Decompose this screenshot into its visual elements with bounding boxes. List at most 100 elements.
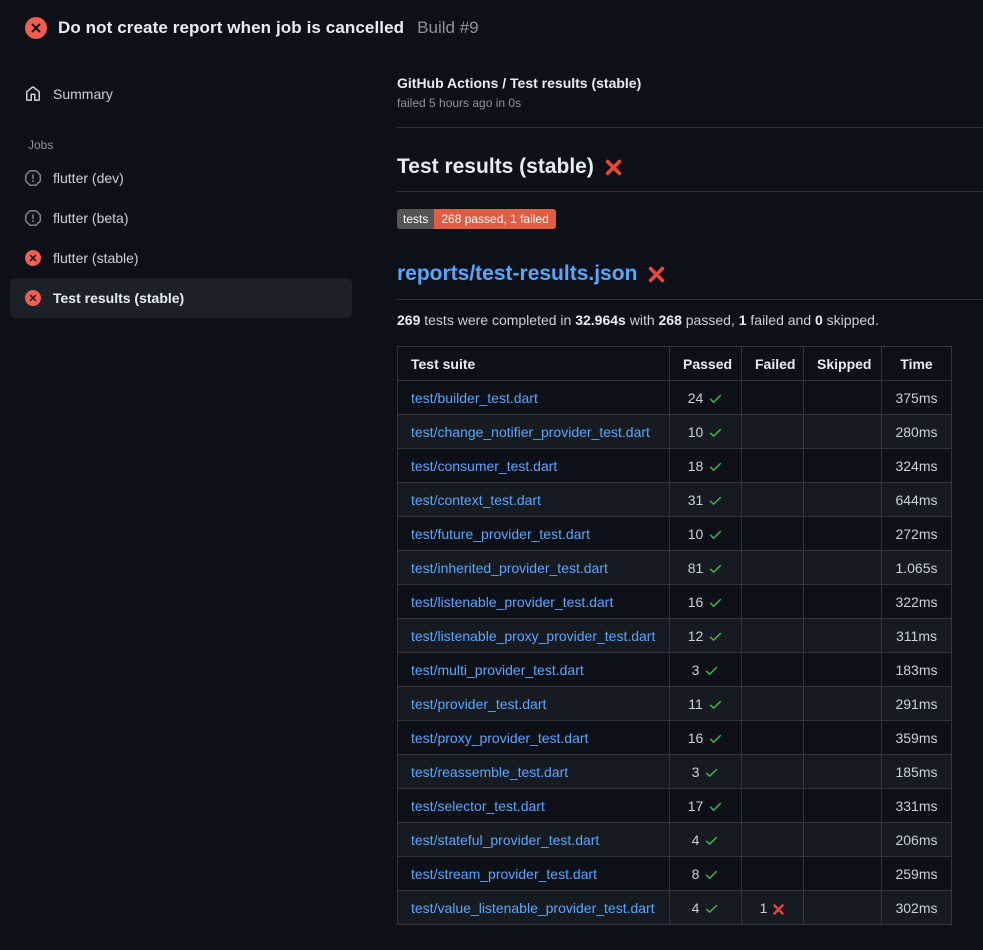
col-header-passed: Passed (670, 347, 742, 381)
job-label: flutter (stable) (53, 250, 139, 266)
sidebar-summary-label: Summary (53, 86, 113, 102)
report-file-link[interactable]: reports/test-results.json (397, 262, 637, 286)
badge-value: 268 passed, 1 failed (434, 209, 555, 229)
table-row: test/context_test.dart 31 644ms (398, 483, 952, 517)
passed-count: 3 (692, 662, 700, 678)
cross-mark-icon (647, 265, 666, 284)
test-time: 291ms (882, 687, 952, 721)
test-suite-link[interactable]: test/builder_test.dart (411, 390, 538, 406)
col-header-time: Time (882, 347, 952, 381)
table-row: test/future_provider_test.dart 10 272ms (398, 517, 952, 551)
test-suite-link[interactable]: test/future_provider_test.dart (411, 526, 590, 542)
passed-count: 16 (688, 594, 704, 610)
header-divider (397, 127, 983, 128)
table-row: test/listenable_proxy_provider_test.dart… (398, 619, 952, 653)
test-suite-link[interactable]: test/change_notifier_provider_test.dart (411, 424, 650, 440)
tests-summary-text: 269 tests were completed in 32.964s with… (397, 312, 983, 328)
run-meta-text: failed 5 hours ago in 0s (397, 96, 983, 110)
x-circle-fill-icon (25, 17, 47, 39)
table-row: test/stream_provider_test.dart 8 259ms (398, 857, 952, 891)
test-time: 185ms (882, 755, 952, 789)
passed-count: 11 (688, 696, 703, 712)
check-icon (704, 764, 719, 780)
check-icon (708, 730, 723, 746)
sidebar-item-summary[interactable]: Summary (10, 76, 352, 112)
cancelled-stop-icon (25, 210, 41, 226)
check-run-breadcrumb: GitHub Actions / Test results (stable) (397, 75, 983, 91)
job-list: flutter (dev) flutter (beta) flutter (st… (10, 158, 352, 318)
table-row: test/provider_test.dart 11 291ms (398, 687, 952, 721)
passed-count: 3 (692, 764, 700, 780)
home-icon (25, 86, 41, 102)
cross-mark-icon (604, 158, 623, 177)
passed-count: 4 (692, 832, 700, 848)
cancelled-stop-icon (25, 170, 41, 186)
test-results-table: Test suite Passed Failed Skipped Time te… (397, 346, 952, 925)
test-suite-link[interactable]: test/provider_test.dart (411, 696, 546, 712)
test-time: 1.065s (882, 551, 952, 585)
test-time: 280ms (882, 415, 952, 449)
table-row: test/consumer_test.dart 18 324ms (398, 449, 952, 483)
test-time: 183ms (882, 653, 952, 687)
sidebar-item-flutter-beta[interactable]: flutter (beta) (10, 198, 352, 238)
test-suite-link[interactable]: test/stream_provider_test.dart (411, 866, 597, 882)
test-time: 302ms (882, 891, 952, 925)
sidebar-item-flutter-dev[interactable]: flutter (dev) (10, 158, 352, 198)
badge-label: tests (397, 209, 434, 229)
check-icon (708, 798, 723, 814)
job-label: flutter (beta) (53, 210, 128, 226)
sidebar-item-test-results-stable[interactable]: Test results (stable) (10, 278, 352, 318)
table-row: test/inherited_provider_test.dart 81 1.0… (398, 551, 952, 585)
check-icon (708, 390, 723, 406)
test-suite-link[interactable]: test/multi_provider_test.dart (411, 662, 584, 678)
test-time: 644ms (882, 483, 952, 517)
test-results-heading-text: Test results (stable) (397, 155, 594, 179)
col-header-failed: Failed (742, 347, 804, 381)
passed-count: 31 (688, 492, 704, 508)
test-time: 259ms (882, 857, 952, 891)
table-row: test/multi_provider_test.dart 3 183ms (398, 653, 952, 687)
test-suite-link[interactable]: test/context_test.dart (411, 492, 541, 508)
test-suite-link[interactable]: test/consumer_test.dart (411, 458, 557, 474)
test-suite-link[interactable]: test/stateful_provider_test.dart (411, 832, 599, 848)
check-icon (708, 560, 723, 576)
sidebar-item-flutter-stable[interactable]: flutter (stable) (10, 238, 352, 278)
table-row: test/listenable_provider_test.dart 16 32… (398, 585, 952, 619)
test-suite-link[interactable]: test/proxy_provider_test.dart (411, 730, 588, 746)
check-icon (704, 900, 719, 916)
test-suite-link[interactable]: test/value_listenable_provider_test.dart (411, 900, 655, 916)
passed-count: 10 (688, 424, 704, 440)
failed-x-circle-icon (25, 250, 41, 266)
test-results-heading: Test results (stable) (397, 155, 983, 192)
col-header-skipped: Skipped (804, 347, 882, 381)
workflow-run-title: Do not create report when job is cancell… (58, 18, 404, 38)
x-icon (772, 900, 785, 916)
job-label: flutter (dev) (53, 170, 124, 186)
job-label: Test results (stable) (53, 290, 184, 306)
check-icon (708, 696, 723, 712)
test-time: 331ms (882, 789, 952, 823)
passed-count: 8 (692, 866, 700, 882)
passed-count: 10 (688, 526, 704, 542)
jobs-section-label: Jobs (28, 138, 352, 152)
tests-status-badge: tests 268 passed, 1 failed (397, 209, 556, 229)
test-suite-link[interactable]: test/reassemble_test.dart (411, 764, 568, 780)
passed-count: 16 (688, 730, 704, 746)
passed-count: 17 (688, 798, 704, 814)
run-sidebar: Summary Jobs flutter (dev) flutter (beta… (0, 54, 387, 318)
test-suite-link[interactable]: test/listenable_provider_test.dart (411, 594, 613, 610)
check-icon (708, 458, 723, 474)
failed-count: 1 (760, 900, 768, 916)
test-suite-link[interactable]: test/listenable_proxy_provider_test.dart (411, 628, 655, 644)
test-suite-link[interactable]: test/inherited_provider_test.dart (411, 560, 608, 576)
check-run-panel: GitHub Actions / Test results (stable) f… (387, 54, 983, 925)
report-file-heading: reports/test-results.json (397, 262, 983, 300)
test-time: 322ms (882, 585, 952, 619)
check-icon (708, 628, 723, 644)
failed-x-circle-icon (25, 290, 41, 306)
table-header-row: Test suite Passed Failed Skipped Time (398, 347, 952, 381)
test-time: 359ms (882, 721, 952, 755)
test-suite-link[interactable]: test/selector_test.dart (411, 798, 545, 814)
passed-count: 12 (688, 628, 704, 644)
col-header-test-suite: Test suite (398, 347, 670, 381)
